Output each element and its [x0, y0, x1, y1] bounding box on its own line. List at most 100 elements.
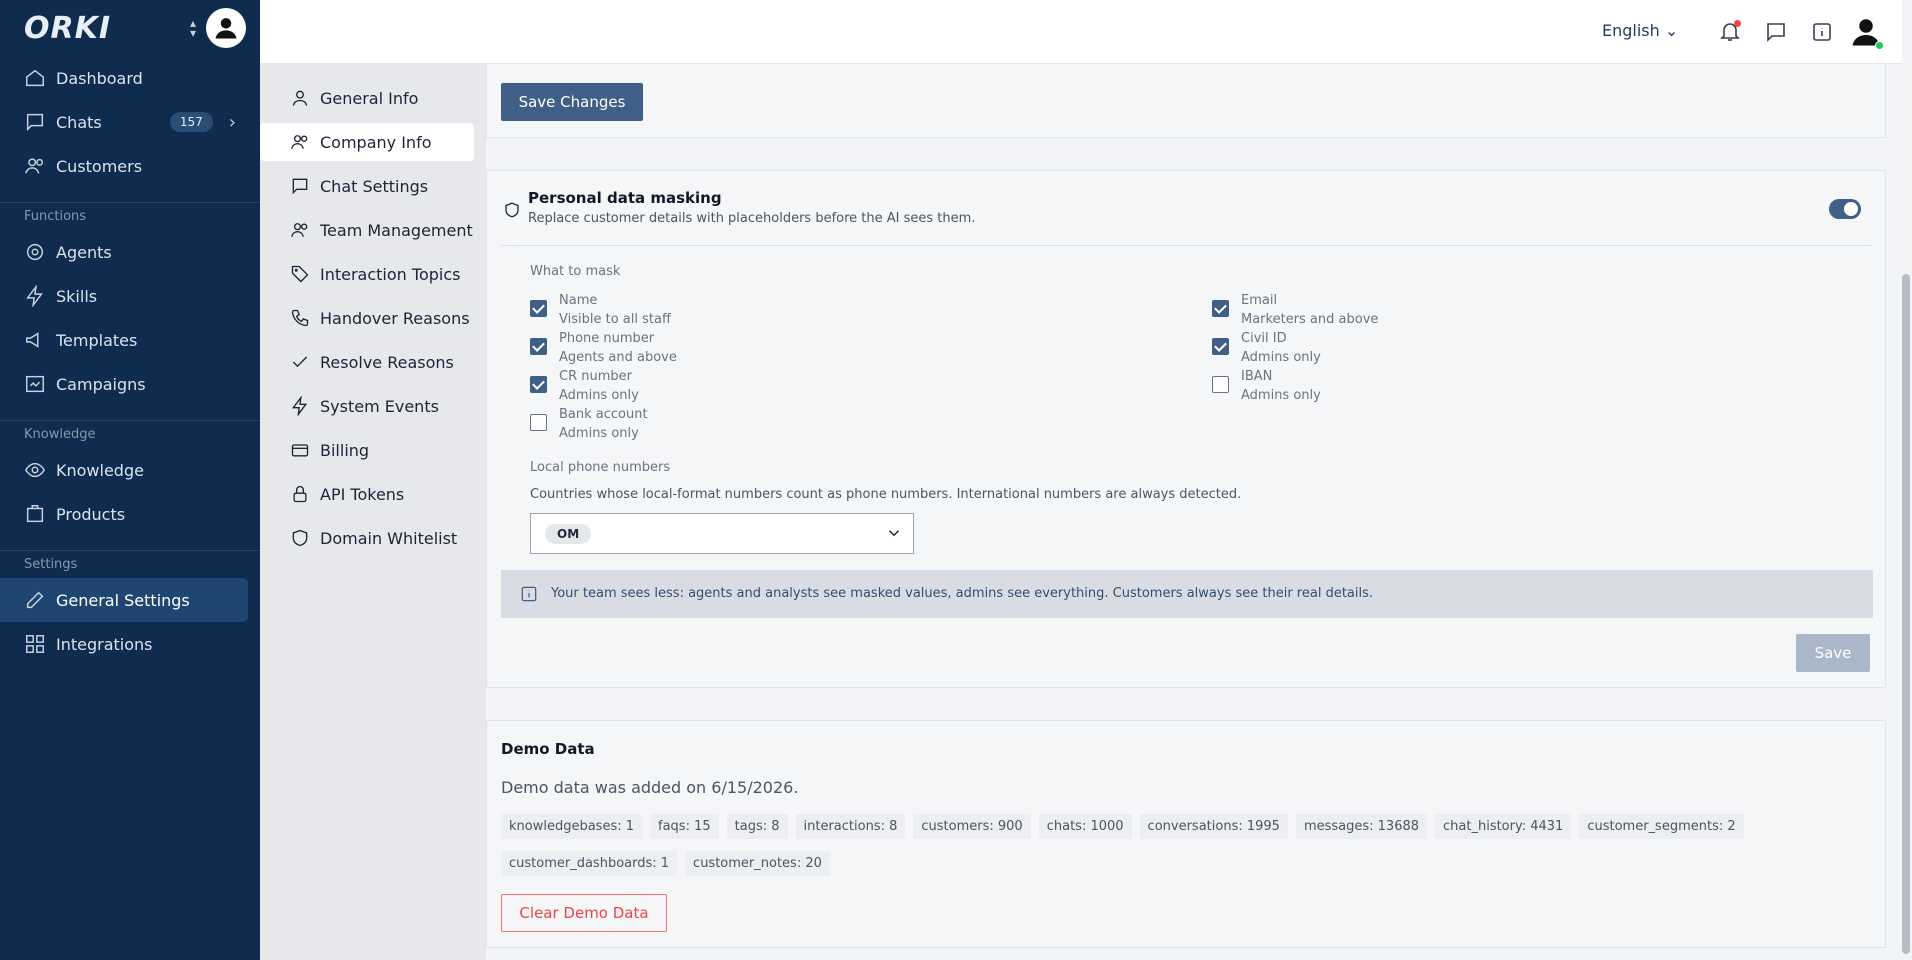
demo-tag: conversations: 1995	[1139, 814, 1288, 839]
info-icon	[519, 584, 539, 604]
online-status-dot	[1875, 41, 1884, 50]
scrollbar[interactable]	[1900, 64, 1912, 960]
sidebar-item-knowledge[interactable]: Knowledge	[0, 448, 260, 492]
demo-tag: tags: 8	[726, 814, 788, 839]
checkbox-cr-number[interactable]	[530, 376, 547, 393]
subnav-system-events[interactable]: System Events	[282, 387, 474, 425]
info-button[interactable]	[1810, 20, 1834, 44]
sidebar-item-label: Skills	[56, 286, 98, 306]
sidebar-item-chats[interactable]: Chats 157 ›	[0, 100, 260, 144]
sidebar-item-skills[interactable]: Skills	[0, 274, 260, 318]
megaphone-icon	[26, 332, 39, 348]
chat-icon	[292, 178, 308, 195]
subnav-api-tokens[interactable]: API Tokens	[282, 475, 474, 513]
campaign-icon	[26, 375, 44, 393]
sidebar-header: ORKI ▴ ▾	[0, 0, 260, 56]
mask-option-phone[interactable]: Phone number Agents and above	[530, 329, 677, 367]
option-name: Email	[1241, 293, 1278, 308]
notification-dot	[1734, 20, 1741, 27]
scrollbar-thumb[interactable]	[1902, 274, 1910, 954]
option-name: Bank account	[559, 407, 648, 422]
checkbox-iban[interactable]	[1212, 376, 1229, 393]
option-name: CR number	[559, 369, 632, 384]
messages-button[interactable]	[1764, 20, 1788, 44]
save-changes-button[interactable]: Save Changes	[501, 83, 643, 121]
app-logo[interactable]: ORKI	[24, 11, 111, 46]
agent-icon	[26, 243, 44, 261]
subnav-team-management[interactable]: Team Management	[282, 211, 474, 249]
demo-data-tags: knowledgebases: 1 faqs: 15 tags: 8 inter…	[501, 814, 1881, 876]
users-icon	[25, 158, 44, 174]
subnav-chat-settings[interactable]: Chat Settings	[282, 167, 474, 205]
mask-option-civil-id[interactable]: Civil ID Admins only	[1212, 329, 1321, 367]
checkbox-email[interactable]	[1212, 300, 1229, 317]
demo-tag: customers: 900	[913, 814, 1031, 839]
sidebar-item-label: Dashboard	[56, 68, 143, 88]
clear-demo-data-button[interactable]: Clear Demo Data	[501, 894, 667, 932]
option-scope: Admins only	[559, 426, 639, 441]
bolt-icon	[26, 285, 43, 307]
mask-option-name[interactable]: Name Visible to all staff	[530, 291, 671, 329]
subnav-general-info[interactable]: General Info	[282, 79, 474, 117]
option-scope: Agents and above	[559, 350, 677, 365]
mask-option-iban[interactable]: IBAN Admins only	[1212, 367, 1321, 405]
sidebar-item-general-settings[interactable]: General Settings	[0, 578, 248, 622]
subnav-billing[interactable]: Billing	[282, 431, 474, 469]
section-label-knowledge: Knowledge	[0, 420, 260, 448]
sidebar-item-label: Integrations	[56, 634, 153, 654]
option-scope: Marketers and above	[1241, 312, 1379, 327]
checkbox-bank-account[interactable]	[530, 414, 547, 431]
mask-option-email[interactable]: Email Marketers and above	[1212, 291, 1378, 329]
divider	[501, 245, 1871, 246]
checkbox-phone[interactable]	[530, 338, 547, 355]
checkbox-name[interactable]	[530, 300, 547, 317]
subnav-domain-whitelist[interactable]: Domain Whitelist	[282, 519, 474, 557]
demo-tag: interactions: 8	[795, 814, 906, 839]
org-switcher-icon[interactable]: ▴ ▾	[190, 17, 196, 39]
billing-icon	[291, 444, 309, 457]
sidebar-item-label: Products	[56, 504, 126, 524]
bolt-icon	[292, 396, 308, 416]
chat-icon	[26, 113, 44, 132]
chevron-right-icon[interactable]: ›	[229, 112, 236, 133]
subnav-label: Team Management	[320, 220, 473, 240]
checkbox-civil-id[interactable]	[1212, 338, 1229, 355]
country-chip[interactable]: OM	[545, 524, 592, 544]
sidebar-item-integrations[interactable]: Integrations	[0, 622, 260, 666]
phone-forward-icon	[291, 309, 309, 327]
sidebar-avatar[interactable]	[206, 8, 246, 48]
user-icon	[292, 90, 308, 106]
chats-count-badge: 157	[169, 112, 213, 132]
mask-option-cr-number[interactable]: CR number Admins only	[530, 367, 639, 405]
sidebar: ORKI ▴ ▾ Dashboard Chats 157 › Customers …	[0, 0, 260, 960]
option-scope: Admins only	[1241, 350, 1321, 365]
user-icon	[215, 18, 237, 39]
user-avatar[interactable]	[1848, 14, 1884, 50]
subnav-label: Chat Settings	[320, 176, 429, 196]
sidebar-item-products[interactable]: Products	[0, 492, 260, 536]
language-selector[interactable]: English ⌄	[1602, 21, 1678, 40]
sidebar-item-dashboard[interactable]: Dashboard	[0, 56, 260, 100]
subnav-handover-reasons[interactable]: Handover Reasons	[282, 299, 474, 337]
subnav-resolve-reasons[interactable]: Resolve Reasons	[282, 343, 474, 381]
local-phone-description: Countries whose local-format numbers cou…	[530, 487, 1242, 502]
masking-save-button[interactable]: Save	[1796, 634, 1870, 672]
masking-toggle[interactable]	[1829, 199, 1861, 219]
subnav-company-info[interactable]: Company Info	[260, 123, 474, 161]
shield-icon	[503, 201, 521, 219]
top-header: English ⌄	[260, 0, 1902, 64]
subnav-interaction-topics[interactable]: Interaction Topics	[282, 255, 474, 293]
section-label-settings: Settings	[0, 550, 260, 578]
country-select[interactable]: OM	[530, 513, 914, 554]
demo-data-card: Demo Data Demo data was added on 6/15/20…	[486, 720, 1886, 948]
sidebar-item-templates[interactable]: Templates	[0, 318, 260, 362]
info-icon	[1813, 23, 1831, 41]
mask-option-bank-account[interactable]: Bank account Admins only	[530, 405, 648, 443]
demo-data-title: Demo Data	[501, 740, 595, 758]
notifications-button[interactable]	[1718, 20, 1742, 44]
option-scope: Admins only	[1241, 388, 1321, 403]
sidebar-item-campaigns[interactable]: Campaigns	[0, 362, 260, 406]
sidebar-item-customers[interactable]: Customers	[0, 144, 260, 188]
sidebar-item-agents[interactable]: Agents	[0, 230, 260, 274]
demo-data-description: Demo data was added on 6/15/2026.	[501, 778, 799, 797]
